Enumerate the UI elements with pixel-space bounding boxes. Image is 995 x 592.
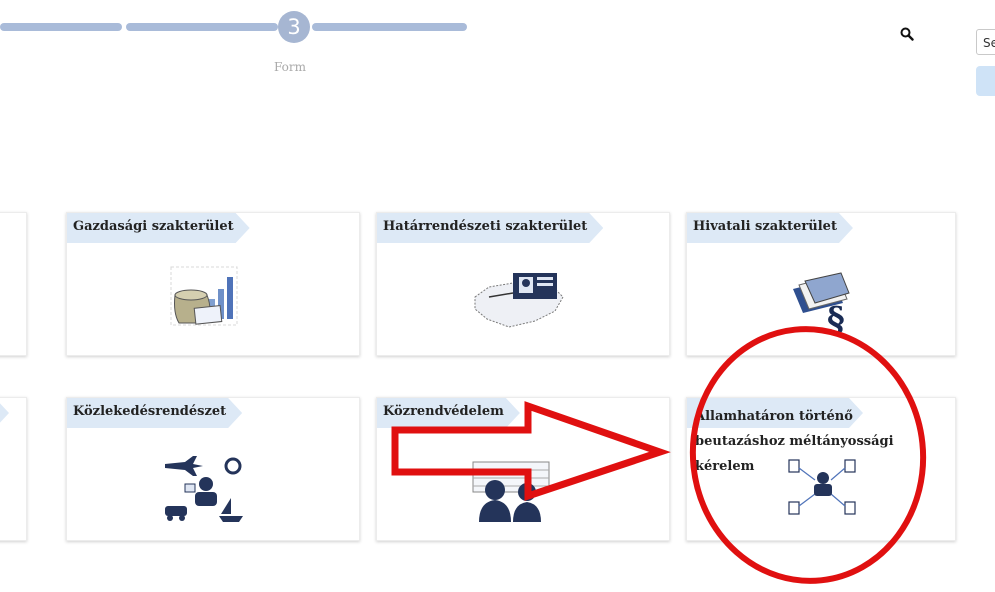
wallet-chart-icon (170, 266, 238, 326)
network-officer-icon (788, 459, 856, 515)
card-hivatali-szakterulet[interactable]: Hivatali szakterület § (686, 212, 956, 356)
card-title: Hivatali szakterület (687, 213, 853, 243)
current-step-indicator[interactable]: 3 (278, 11, 310, 43)
progress-bar-segment (126, 23, 278, 31)
search-button[interactable] (976, 66, 995, 96)
card-title-ribbon (0, 398, 9, 428)
card-kozlekedesrendeszet[interactable]: Közlekedésrendészet (66, 397, 360, 541)
svg-text:§: § (827, 300, 845, 335)
search-icon[interactable] (900, 27, 914, 41)
card-allamhataron-beutazas[interactable]: Államhatáron történő beutazáshoz méltány… (686, 397, 956, 541)
card-hatarrendeszeti-szakterulet[interactable]: Határrendészeti szakterület (376, 212, 670, 356)
search-input[interactable]: Se (976, 29, 995, 55)
traffic-police-icon (165, 456, 243, 522)
card-title: Közlekedésrendészet (67, 398, 242, 428)
card-title: Közrendvédelem (377, 398, 520, 428)
progress-bar-segment (312, 23, 467, 31)
card-kozrendvedelem[interactable]: Közrendvédelem (376, 397, 670, 541)
legal-documents-icon: § (793, 272, 850, 335)
card-title: Gazdasági szakterület (67, 213, 250, 243)
current-step-label: Form (274, 60, 307, 74)
card-title: Határrendészeti szakterület (377, 213, 603, 243)
card-partial-left-row1[interactable] (0, 212, 27, 356)
border-map-icon (474, 273, 564, 328)
card-partial-left-row2[interactable] (0, 397, 27, 541)
progress-bar-segment (0, 23, 122, 31)
card-gazdasagi-szakterulet[interactable]: Gazdasági szakterület (66, 212, 360, 356)
public-order-police-icon (472, 461, 550, 522)
